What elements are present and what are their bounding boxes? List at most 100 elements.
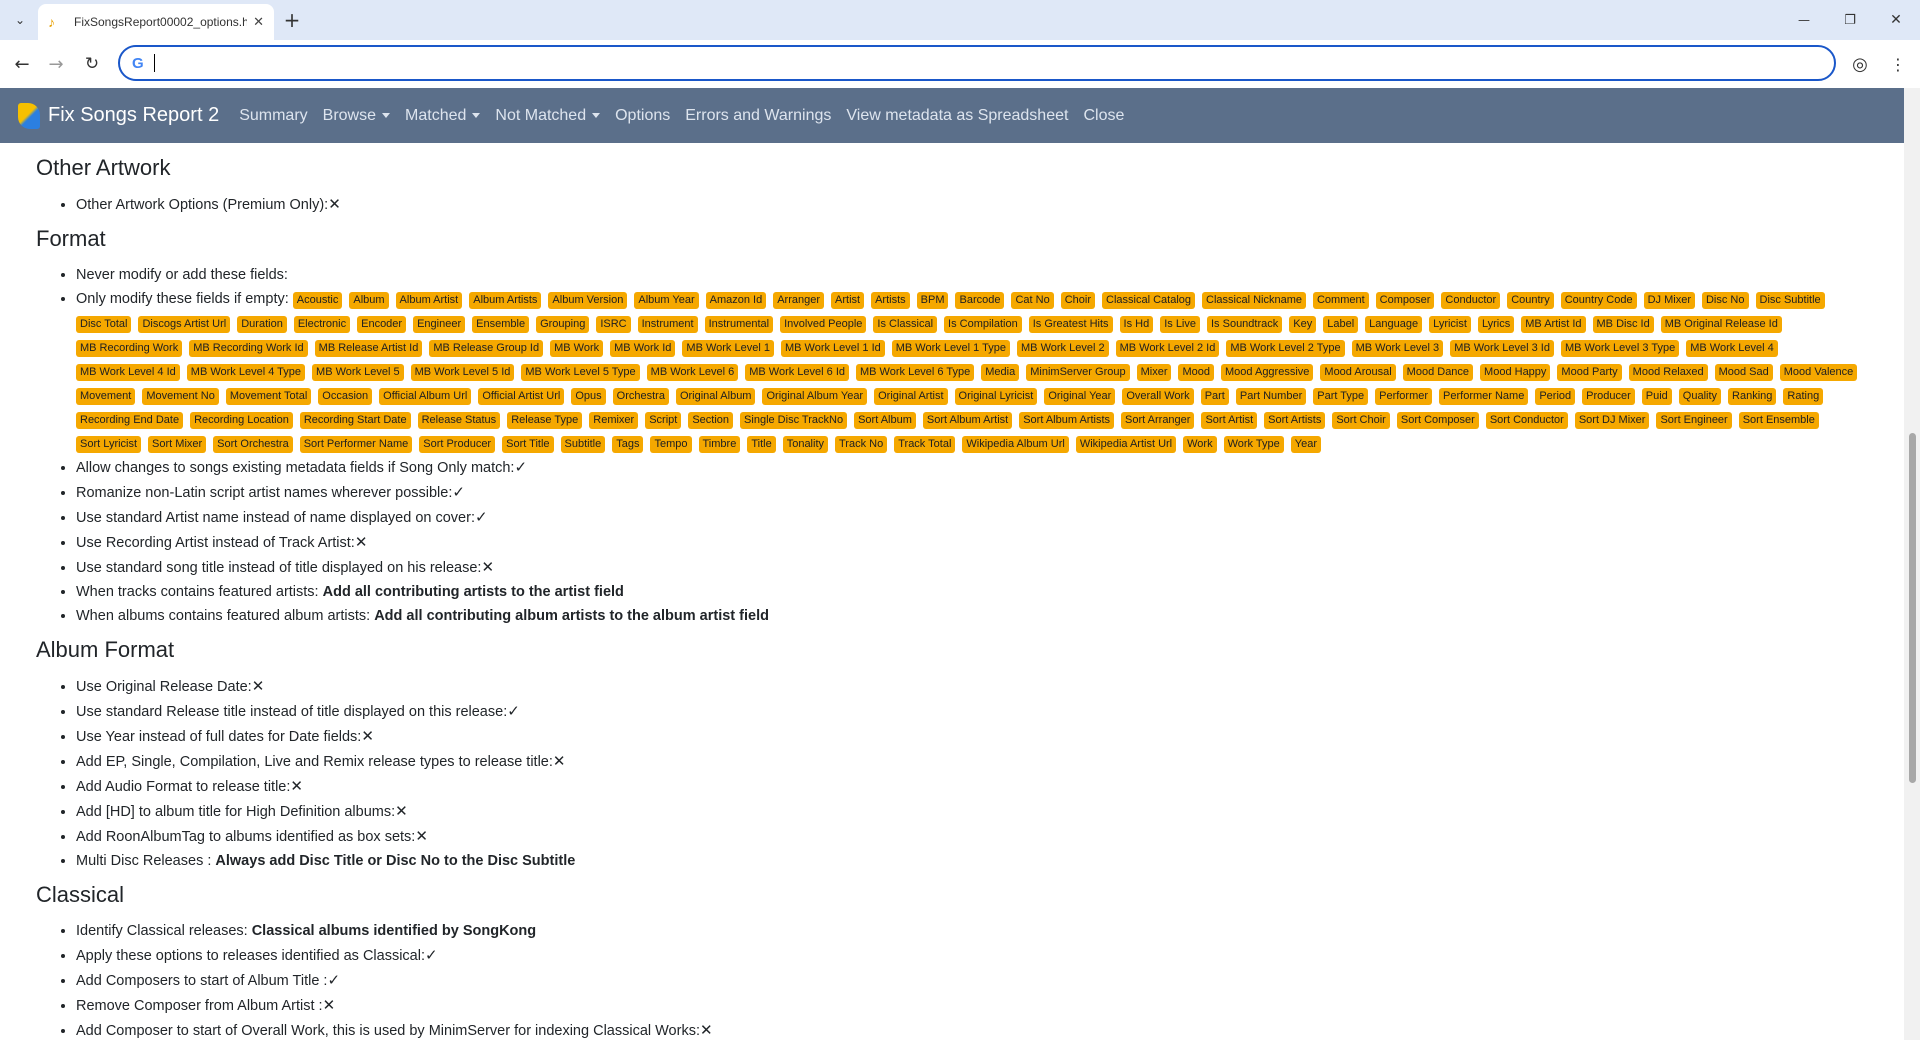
field-badge: BPM [916, 292, 949, 309]
field-badge: Puid [1641, 388, 1672, 405]
option-list: Use Original Release Date:✕Use standard … [36, 674, 1872, 873]
cross-icon: ✕ [251, 677, 265, 695]
browser-chrome: ⌄ ♪ FixSongsReport00002_options.html ✕ +… [0, 0, 1920, 88]
page-scrollbar[interactable] [1904, 88, 1920, 1040]
field-badge: Mood Party [1557, 364, 1622, 381]
field-badge: Movement Total [225, 388, 312, 405]
field-badge: Quality [1678, 388, 1722, 405]
field-badge: Work [1183, 436, 1217, 453]
option-value: Classical albums identified by SongKong [251, 923, 537, 939]
field-badge: Orchestra [612, 388, 669, 405]
browser-toolbar: ← → ↻ G ◎ ⋮ [0, 40, 1920, 88]
option-label: Add RoonAlbumTag to albums identified as… [76, 829, 416, 845]
nav-link-label: Errors and Warnings [685, 106, 832, 124]
nav-link-errors-and-warnings[interactable]: Errors and Warnings [685, 107, 831, 125]
field-badge: MB Work Level 6 [646, 364, 739, 381]
songkong-logo-icon [18, 102, 40, 129]
cross-icon: ✕ [395, 802, 408, 820]
restore-button[interactable]: ❐ [1828, 6, 1872, 34]
field-badge: Year [1290, 436, 1321, 453]
nav-link-matched[interactable]: Matched [405, 106, 481, 125]
field-badge: MB Work [550, 340, 604, 357]
field-badge: Label [1323, 316, 1359, 333]
nav-link-browse[interactable]: Browse [322, 106, 391, 125]
field-badge: Key [1289, 316, 1317, 333]
field-badge: Sort Producer [419, 436, 496, 453]
field-badge: Is Hd [1119, 316, 1154, 333]
field-badge: Album [349, 292, 389, 309]
field-badge: Encoder [357, 316, 407, 333]
brand[interactable]: Fix Songs Report 2 [18, 102, 219, 129]
tab-close-icon[interactable]: ✕ [253, 14, 264, 30]
option-label: Only modify these fields if empty: [76, 291, 289, 307]
field-badge: MB Work Level 4 Type [186, 364, 306, 381]
field-badge: Lyricist [1429, 316, 1471, 333]
close-window-button[interactable]: ✕ [1874, 6, 1918, 34]
field-badge: Electronic [293, 316, 351, 333]
address-bar[interactable]: G [118, 45, 1836, 81]
profile-icon[interactable]: ◎ [1846, 50, 1874, 78]
field-badge: Tags [612, 436, 644, 453]
field-badge: Sort Engineer [1656, 412, 1732, 429]
field-badge: Disc Total [76, 316, 132, 333]
field-badge: Disc No [1701, 292, 1749, 309]
option-item: Remove Composer from Album Artist :✕ [76, 993, 1872, 1018]
cross-icon: ✕ [361, 727, 374, 745]
field-badge: Sort Ensemble [1738, 412, 1819, 429]
option-item: Use standard Artist name instead of name… [76, 505, 1872, 530]
menu-kebab-icon[interactable]: ⋮ [1884, 50, 1912, 78]
nav-link-options[interactable]: Options [615, 107, 670, 125]
field-badge: Section [688, 412, 734, 429]
forward-arrow-icon[interactable]: → [42, 50, 70, 78]
nav-link-summary[interactable]: Summary [239, 107, 307, 125]
field-badge: Artists [871, 292, 910, 309]
field-badge: Recording Location [190, 412, 293, 429]
minimize-button[interactable]: — [1782, 6, 1826, 34]
option-item: Use Year instead of full dates for Date … [76, 724, 1872, 749]
nav-links: Summary Browse Matched Not Matched Options Er… [239, 107, 1139, 125]
option-label: Never modify or add these fields: [76, 267, 288, 283]
field-badge: Rating [1783, 388, 1824, 405]
field-badge: MB Work Level 1 [682, 340, 774, 357]
tab-search-chevron-icon[interactable]: ⌄ [8, 8, 32, 32]
field-badge: MB Work Id [610, 340, 676, 357]
option-list: Never modify or add these fields: Only mo… [36, 263, 1872, 628]
field-badge: Mood Sad [1714, 364, 1773, 381]
scrollbar-thumb[interactable] [1909, 433, 1916, 783]
field-badge: MB Release Group Id [429, 340, 544, 357]
field-badge: Official Album Url [379, 388, 472, 405]
section-heading: Other Artwork [36, 155, 171, 180]
field-badge: Sort Conductor [1485, 412, 1568, 429]
option-label: Multi Disc Releases : [76, 853, 212, 869]
option-label: Use standard song title instead of title… [76, 560, 482, 576]
check-icon: ✓ [507, 702, 520, 720]
option-item: Romanize non-Latin script artist names w… [76, 480, 1872, 505]
nav-link-view-metadata-as-spreadsheet[interactable]: View metadata as Spreadsheet [846, 107, 1068, 125]
reload-icon[interactable]: ↻ [78, 50, 106, 78]
field-badge: MB Release Artist Id [314, 340, 423, 357]
option-item: Only modify these fields if empty: Acous… [76, 287, 1872, 455]
option-label: Allow changes to songs existing metadata… [76, 460, 515, 476]
nav-link-not-matched[interactable]: Not Matched [495, 107, 601, 125]
field-badge: Remixer [589, 412, 639, 429]
back-arrow-icon[interactable]: ← [8, 50, 36, 78]
nav-link-label: Browse [322, 106, 377, 124]
field-badge: Composer [1375, 292, 1435, 309]
field-badge: Recording End Date [76, 412, 184, 429]
caret-down-icon [592, 113, 601, 118]
browser-tab[interactable]: ♪ FixSongsReport00002_options.html ✕ [38, 4, 274, 40]
field-badge: Artist [831, 292, 865, 309]
option-label: Romanize non-Latin script artist names w… [76, 485, 453, 501]
nav-link-label: Matched [405, 106, 467, 124]
caret-down-icon [382, 113, 391, 118]
field-badge: Subtitle [560, 436, 606, 453]
section-heading: Format [36, 226, 106, 251]
field-badge: Original Album Year [762, 388, 868, 405]
field-badge: Movement No [142, 388, 219, 405]
new-tab-button[interactable]: + [280, 8, 304, 32]
nav-link-close[interactable]: Close [1083, 107, 1124, 125]
field-badge: Classical Catalog [1102, 292, 1195, 309]
section-heading: Classical [36, 882, 125, 907]
option-label: Add Composer to start of Overall Work, t… [76, 1023, 700, 1039]
field-badge: Official Artist Url [478, 388, 565, 405]
